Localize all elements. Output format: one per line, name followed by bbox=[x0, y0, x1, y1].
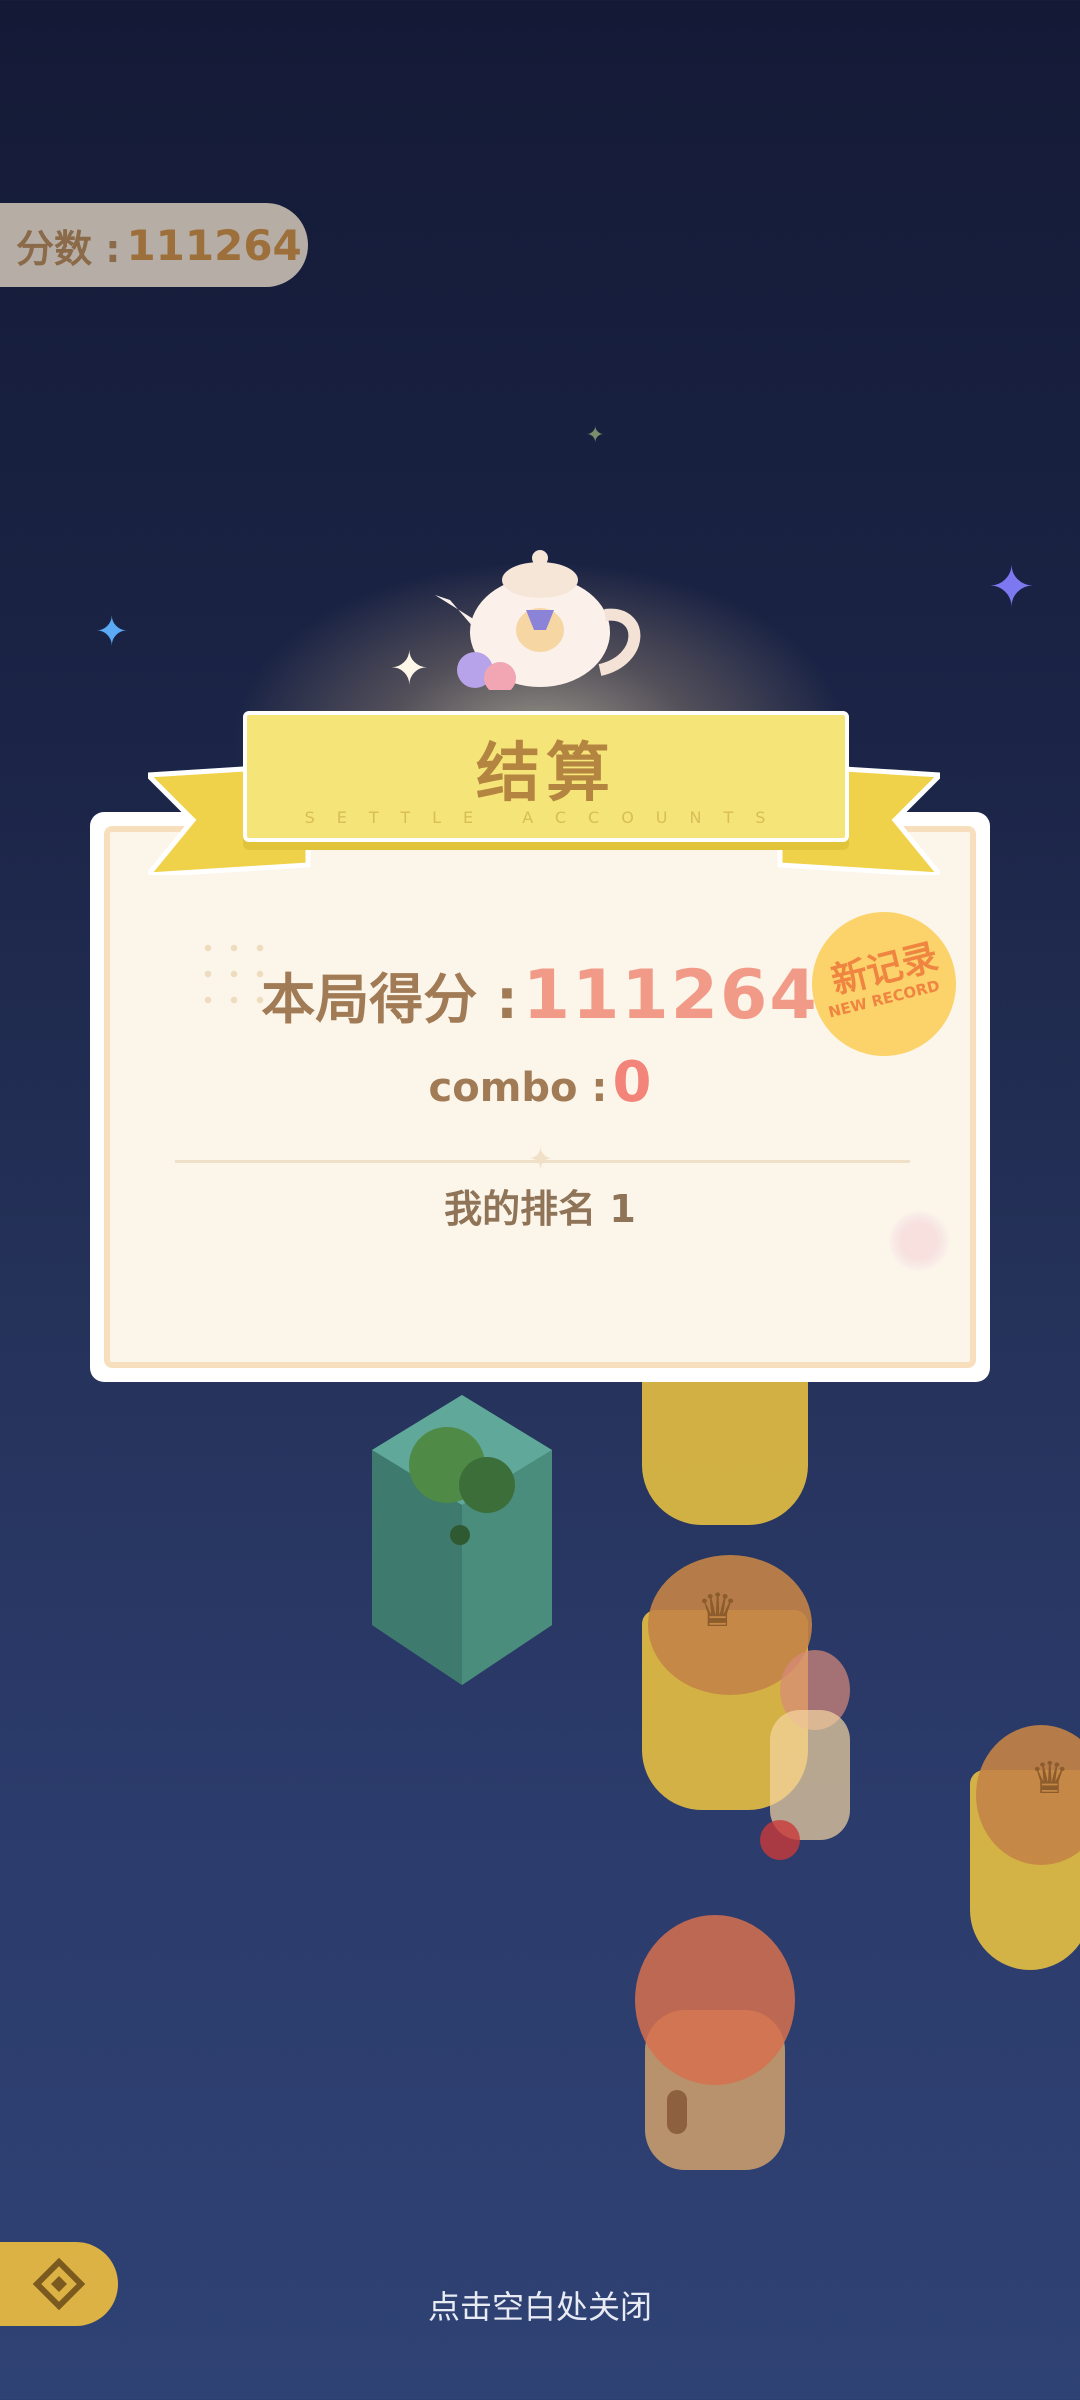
round-score-label: 本局得分 : bbox=[261, 968, 518, 1031]
matcha-cake-block bbox=[372, 1395, 552, 1685]
combo-label: combo : bbox=[428, 1065, 608, 1111]
hud-score-value: 111264 bbox=[126, 220, 302, 270]
round-score-value: 111264 bbox=[522, 956, 819, 1035]
hud-score: 分数 : 111264 bbox=[0, 203, 308, 287]
combo-count: combo : 0 bbox=[90, 1050, 990, 1115]
pudding-tower-1 bbox=[642, 1360, 812, 1525]
panel-title: 结算 bbox=[476, 737, 616, 811]
mushroom-house bbox=[635, 1915, 795, 2170]
character-sprite bbox=[700, 1650, 850, 1860]
hud-score-label: 分数 : bbox=[16, 226, 121, 271]
my-rank: 我的排名 1 bbox=[444, 1187, 636, 1231]
crown-icon: ♛ bbox=[697, 1583, 739, 1637]
divider-star-icon: ✦ bbox=[528, 1142, 554, 1177]
sparkle-white-icon: ✦ bbox=[390, 641, 429, 695]
sparkle-icon: ✦ bbox=[95, 609, 129, 655]
pudding-tower-3: ♛ bbox=[970, 1725, 1080, 1985]
tap-to-close-hint[interactable]: 点击空白处关闭 bbox=[0, 2282, 1080, 2328]
sparkle-purple-icon: ✦ bbox=[988, 555, 1035, 620]
teapot-icon bbox=[435, 550, 641, 690]
combo-value: 0 bbox=[612, 1050, 652, 1115]
panel-subtitle: SETTLE ACCOUNTS bbox=[304, 808, 788, 827]
decor-star-icon: ✦ bbox=[586, 423, 605, 448]
crown-icon: ♛ bbox=[1030, 1753, 1070, 1804]
flower-icon bbox=[888, 1210, 950, 1272]
